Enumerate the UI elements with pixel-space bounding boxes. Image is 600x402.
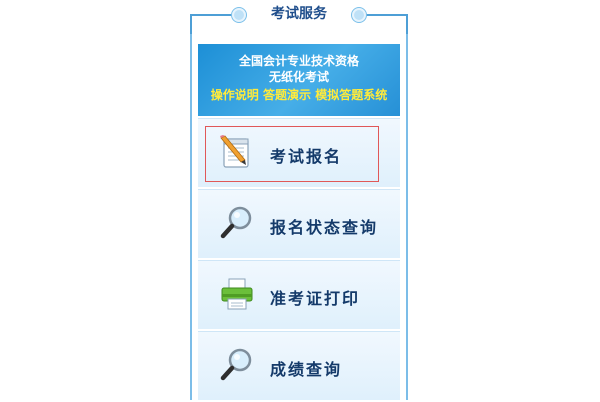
banner-line-2: 无纸化考试 [268,70,329,84]
menu-item-registration-status[interactable]: 报名状态查询 [198,189,400,258]
magnifier-icon [220,206,252,239]
printer-icon [221,278,253,310]
menu-item-exam-registration[interactable]: 考试报名 [198,118,400,187]
magnifier-icon [220,348,252,381]
link-demo[interactable]: 答题演示 [263,88,311,102]
service-menu: 考试报名 报名状态查询 准考证打印 成绩查询 [198,118,400,402]
banner-line-1: 全国会计专业技术资格 [238,54,359,68]
link-instructions[interactable]: 操作说明 [211,88,259,102]
menu-item-score-query[interactable]: 成绩查询 [198,331,400,400]
paperless-exam-banner[interactable]: 全国会计专业技术资格 无纸化考试 操作说明 答题演示 模拟答题系统 [198,44,400,116]
notepad-pencil-icon [220,135,249,168]
menu-item-label: 准考证打印 [270,289,361,308]
banner-links: 操作说明 答题演示 模拟答题系统 [198,87,400,103]
menu-item-label: 报名状态查询 [270,218,379,237]
panel-header: 考试服务 [190,0,408,34]
exam-service-panel: 考试服务 全国会计专业技术资格 无纸化考试 操作说明 答题演示 模拟答题系统 考… [190,0,408,400]
panel-title: 考试服务 [271,6,327,22]
menu-item-admission-ticket-print[interactable]: 准考证打印 [198,260,400,329]
link-mock-system[interactable]: 模拟答题系统 [315,88,387,102]
menu-item-label: 考试报名 [270,147,343,166]
menu-item-label: 成绩查询 [270,360,343,379]
